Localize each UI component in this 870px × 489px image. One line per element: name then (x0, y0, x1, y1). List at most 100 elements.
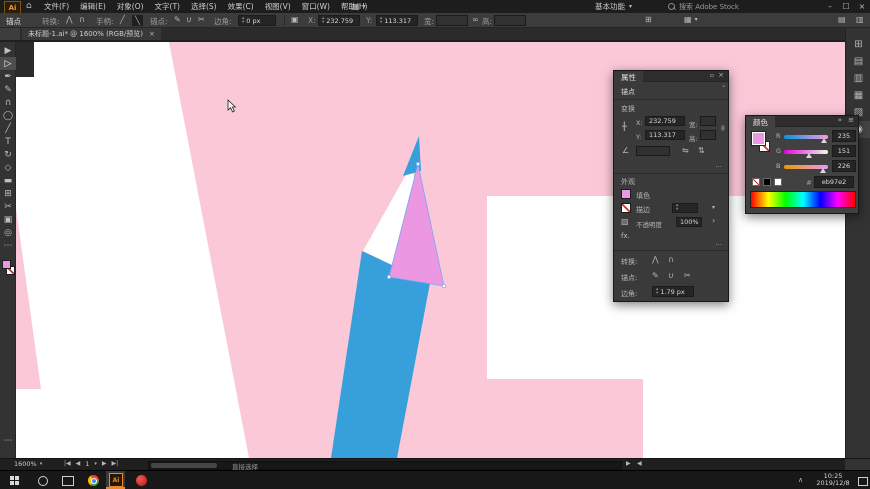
stepper-icon[interactable]: ▴ ▾ (676, 203, 678, 212)
artboard-tool[interactable]: ⊞ (0, 187, 16, 200)
flip-horizontal-icon[interactable]: ⇋ (682, 147, 689, 155)
connect-anchor-icon[interactable]: ∪ (186, 16, 192, 24)
isolate-icon[interactable]: ▣ (291, 16, 299, 24)
link-dimensions-icon[interactable]: ∞ (718, 125, 727, 132)
shaper-tool[interactable]: ◇ (0, 161, 16, 174)
red-slider-handle[interactable] (821, 138, 827, 143)
red-value-input[interactable]: 235 (832, 130, 856, 142)
stepper-icon[interactable]: ▴ ▾ (242, 16, 244, 25)
chrome-icon[interactable] (88, 475, 99, 486)
selection-tool[interactable]: ▶ (0, 44, 16, 57)
more-options[interactable]: ... (715, 161, 722, 169)
zoom-control[interactable]: 1600% ▾ (14, 460, 42, 468)
show-handles-icon[interactable]: ╱ (120, 16, 125, 24)
illustrator-taskbar-button[interactable]: Ai (106, 471, 125, 489)
scissors-tool[interactable]: ✂ (0, 200, 16, 213)
rotate-tool[interactable]: ↻ (0, 148, 16, 161)
tab-color[interactable]: 颜色 (746, 116, 775, 127)
blue-slider-handle[interactable] (820, 168, 826, 173)
transform-panel-icon[interactable]: ⊞ (846, 36, 870, 53)
stroke-weight-input[interactable]: ▴ ▾ (672, 203, 698, 213)
corner-input[interactable]: ▴ ▾ 1.79 px (652, 286, 694, 297)
collapse-panel-icon[interactable]: ▫ (710, 73, 714, 79)
convert-corner-icon[interactable]: ⋀ (66, 16, 73, 24)
green-value-input[interactable]: 151 (832, 145, 856, 157)
minimize-button[interactable]: – (822, 0, 838, 13)
angle-input[interactable] (636, 146, 670, 156)
white-swatch[interactable] (774, 178, 782, 186)
effects-button[interactable]: fx. (621, 232, 630, 240)
panel-options-icon[interactable]: ▤ (838, 16, 846, 24)
ellipse-tool[interactable]: ◯ (0, 109, 16, 122)
start-button[interactable] (10, 476, 19, 485)
corner-input[interactable]: ▴ ▾ 0 px (238, 15, 276, 26)
scroll-right-button[interactable]: ▶ (626, 461, 631, 467)
menu-file[interactable]: 文件(F) (44, 1, 69, 12)
hide-handles-icon[interactable]: ╲ (132, 15, 143, 26)
task-view-icon[interactable] (62, 476, 74, 486)
remove-anchor-icon[interactable]: ✎ (652, 272, 659, 280)
scroll-up-icon[interactable]: ▴ (722, 84, 725, 89)
menu-select[interactable]: 选择(S) (191, 1, 217, 12)
next-artboard-button[interactable]: ▶ (102, 461, 107, 467)
chevron-down-icon[interactable]: ▾ (94, 461, 97, 467)
scrollbar-thumb[interactable] (151, 463, 217, 468)
previous-artboard-button[interactable]: ◀ (76, 461, 81, 467)
notification-center-icon[interactable] (858, 477, 868, 486)
stepper-icon[interactable]: ▴ ▾ (656, 287, 658, 296)
blue-value-input[interactable]: 226 (832, 160, 856, 172)
rectangle-tool[interactable]: ▬ (0, 174, 16, 187)
height-input[interactable] (700, 130, 716, 140)
cut-path-icon[interactable]: ✂ (198, 16, 205, 24)
none-color-swatch[interactable] (752, 178, 760, 186)
connect-anchor-icon[interactable]: ∪ (668, 272, 674, 280)
width-input[interactable] (700, 116, 716, 126)
show-hidden-icons-chevron[interactable]: ∧ (798, 477, 803, 484)
menu-window[interactable]: 窗口(W) (302, 1, 330, 12)
x-input[interactable]: ▴ ▾ 232.759 (318, 15, 360, 26)
clock[interactable]: 10:25 2019/12/8 (812, 473, 854, 487)
stroke-swatch[interactable] (621, 203, 631, 213)
remove-anchor-icon[interactable]: ✎ (174, 16, 181, 24)
scroll-left-button[interactable]: ◀ (637, 461, 642, 467)
cut-path-icon[interactable]: ✂ (684, 272, 691, 280)
gradient-panel-icon[interactable]: ▦ (846, 87, 870, 104)
dock-options-icon[interactable]: ▥ (856, 16, 864, 24)
more-tools-button[interactable]: ⋯ (0, 239, 16, 252)
opacity-more-icon[interactable]: › (712, 217, 715, 225)
y-input[interactable]: 113.317 (645, 130, 685, 140)
opacity-input[interactable]: 100% (676, 217, 702, 227)
fill-color-swatch[interactable] (2, 260, 11, 269)
width-input[interactable] (436, 15, 468, 26)
menu-effect[interactable]: 效果(C) (228, 1, 254, 12)
curvature-tool[interactable]: ∩ (0, 96, 16, 109)
fill-proxy-swatch[interactable] (751, 131, 766, 146)
type-tool[interactable]: T (0, 135, 16, 148)
home-icon[interactable]: ⌂ (26, 2, 32, 11)
workspace-switcher[interactable]: 基本功能 ▾ (595, 0, 632, 13)
y-input[interactable]: ▴ ▾ 113.317 (376, 15, 418, 26)
black-swatch[interactable] (763, 178, 771, 186)
restore-button[interactable]: ☐ (838, 0, 854, 13)
panel-menu-icon[interactable]: ≡ (848, 117, 854, 124)
more-options[interactable]: ... (715, 239, 722, 247)
libraries-panel-icon[interactable]: ▥ (846, 70, 870, 87)
tab-close-icon[interactable]: × (149, 30, 155, 38)
pencil-tool[interactable]: ✎ (0, 83, 16, 96)
free-transform-icon[interactable]: ⊞ (645, 16, 652, 24)
green-slider-handle[interactable] (806, 153, 812, 158)
drawing-modes-button[interactable]: ⋯ (0, 434, 16, 447)
menu-view[interactable]: 视图(V) (265, 1, 291, 12)
document-tab[interactable]: 未标题-1.ai* @ 1600% (RGB/预览) × (22, 28, 161, 40)
last-artboard-button[interactable]: ▶| (112, 461, 119, 467)
hand-tool[interactable]: ▣ (0, 213, 16, 226)
hex-input[interactable]: eb97e2 (814, 176, 854, 188)
stroke-units-dropdown-icon[interactable]: ▾ (712, 205, 715, 211)
stepper-icon[interactable]: ▴ ▾ (322, 16, 324, 25)
menu-type[interactable]: 文字(T) (155, 1, 180, 12)
convert-corner-icon[interactable]: ⋀ (652, 256, 659, 264)
close-button[interactable]: × (854, 0, 870, 13)
red-app-icon[interactable] (136, 475, 147, 486)
artboards-panel-icon[interactable]: ▤ (846, 53, 870, 70)
color-spectrum-bar[interactable] (750, 191, 856, 208)
